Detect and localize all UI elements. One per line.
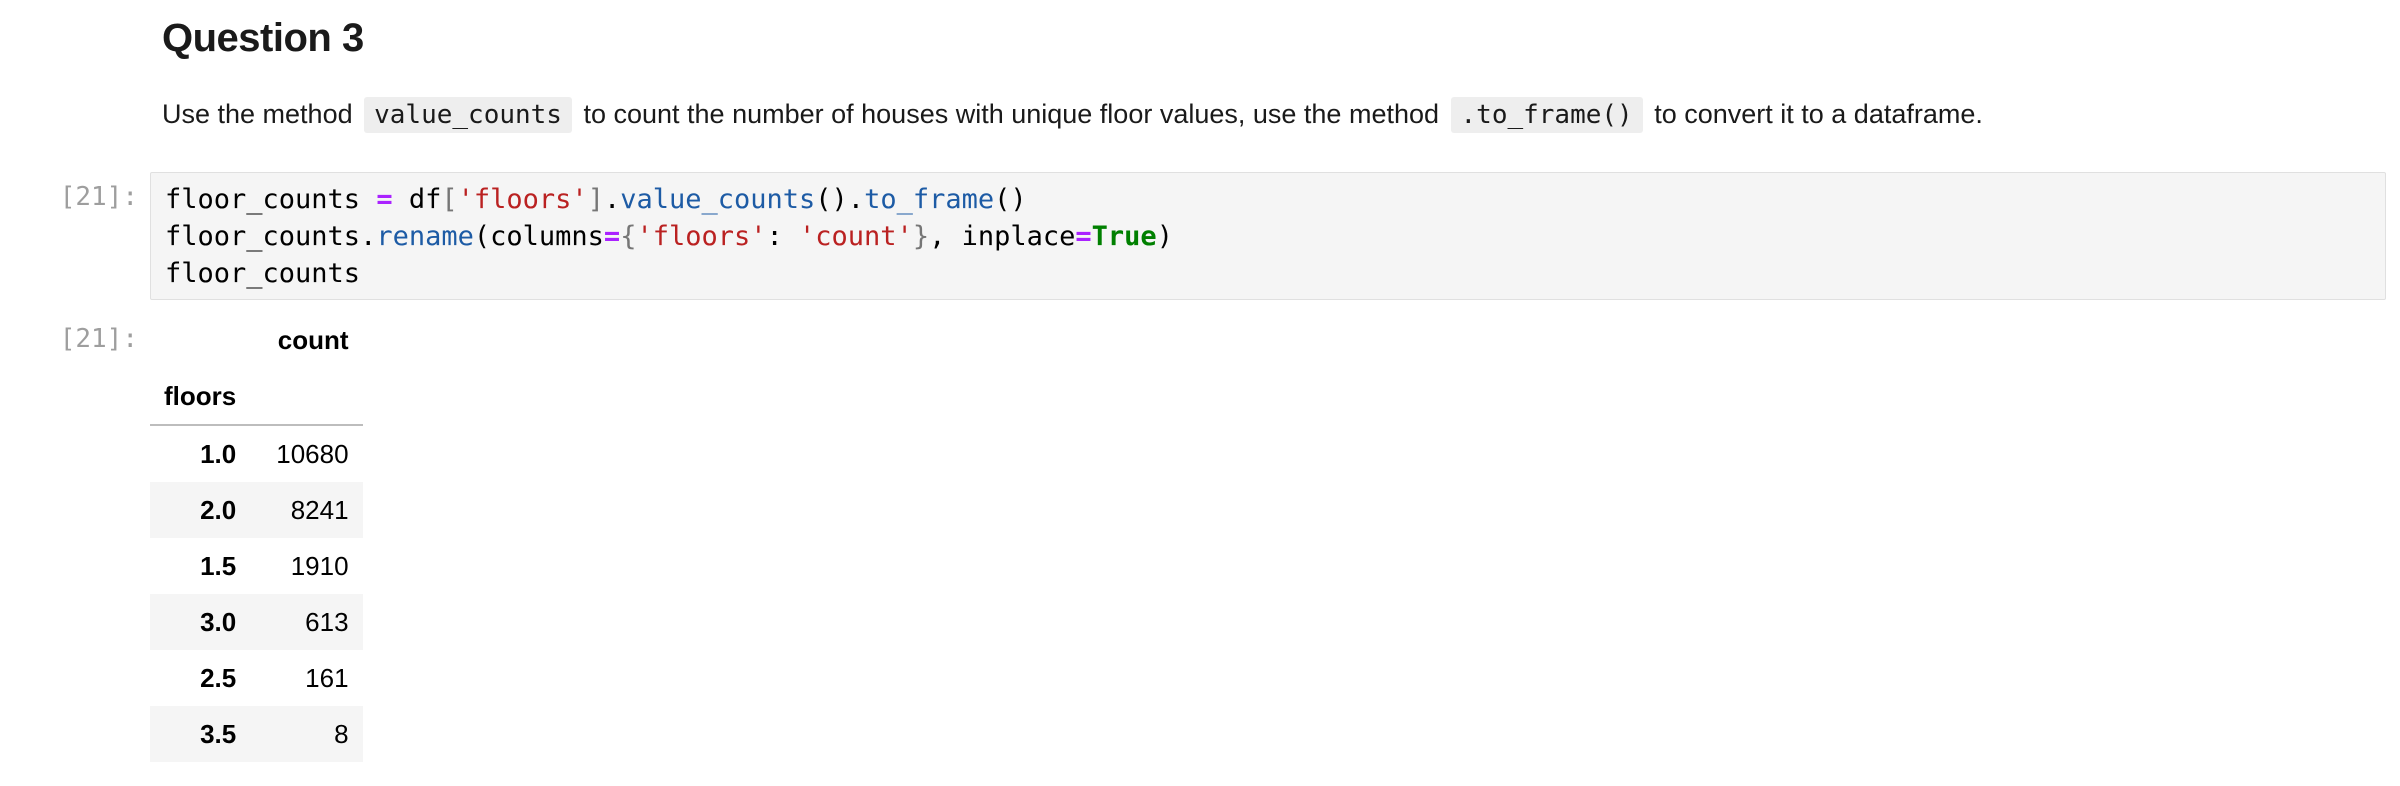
row-count: 1910 [290, 550, 349, 581]
code-token: , inplace [929, 221, 1076, 252]
code-token: ) [1156, 221, 1173, 252]
code-token: . [603, 184, 621, 215]
row-index: 3.5 [200, 718, 237, 749]
code-token-function: to_frame [864, 184, 995, 215]
row-index: 1.5 [200, 550, 237, 581]
code-token-function: rename [376, 221, 474, 252]
question-text: Use the method value_counts to count the… [162, 93, 1983, 136]
question-text-part: Use the method [162, 99, 361, 129]
inline-code-to-frame: .to_frame() [1450, 97, 1643, 133]
code-token-bracket: { [620, 221, 637, 252]
code-token-string: 'floors' [636, 221, 767, 252]
row-count: 10680 [276, 438, 349, 469]
question-heading: Question 3 [162, 16, 364, 60]
code-line-3: floor_counts [165, 258, 361, 289]
question-text-part: to count the number of houses with uniqu… [575, 99, 1447, 129]
code-token-string: 'floors' [457, 184, 588, 215]
output-prompt: [21]: [59, 324, 138, 354]
code-text[interactable]: floor_counts = df['floors'].value_counts… [165, 181, 1173, 292]
table-row: 3.0 613 [150, 594, 363, 650]
code-token: : [766, 221, 800, 252]
code-token-bracket: } [912, 221, 930, 252]
table-header-row: count [150, 312, 363, 368]
input-prompt: [21]: [59, 182, 138, 212]
index-name-filler [250, 368, 362, 425]
code-token-operator: = [1075, 221, 1092, 252]
row-index: 2.0 [200, 494, 237, 525]
question-text-part: to convert it to a dataframe. [1646, 99, 1983, 129]
row-count: 8241 [290, 494, 349, 525]
table-row: 2.0 8241 [150, 482, 363, 538]
code-token-keyword: True [1091, 221, 1157, 252]
output-dataframe: count floors 1.0 10680 2.0 8241 1.5 1910… [150, 312, 363, 762]
table-row: 1.0 10680 [150, 425, 363, 482]
column-header-count: count [277, 324, 349, 355]
inline-code-value-counts: value_counts [364, 97, 572, 133]
row-count: 613 [305, 606, 349, 637]
code-token: () [994, 184, 1027, 215]
row-count: 161 [305, 662, 349, 693]
index-name-floors: floors [164, 380, 237, 411]
dataframe-table: count floors 1.0 10680 2.0 8241 1.5 1910… [150, 312, 363, 762]
code-token: floor_counts [165, 184, 377, 215]
table-row: 2.5 161 [150, 650, 363, 706]
row-index: 1.0 [200, 438, 237, 469]
code-token-function: value_counts [620, 184, 816, 215]
index-name-row: floors [150, 368, 363, 425]
code-token-bracket: [ [441, 184, 458, 215]
code-token-bracket: ] [587, 184, 604, 215]
code-token: floor_counts. [165, 221, 377, 252]
code-token: (columns [473, 221, 604, 252]
table-row: 1.5 1910 [150, 538, 363, 594]
code-token-operator: = [603, 221, 621, 252]
code-token: (). [815, 184, 865, 215]
code-token-operator: = [376, 184, 393, 215]
row-index: 2.5 [200, 662, 237, 693]
table-row: 3.5 8 [150, 706, 363, 762]
code-token-string: 'count' [799, 221, 913, 252]
code-line-1: floor_counts = df['floors'].value_counts… [165, 181, 1173, 218]
row-count: 8 [334, 718, 349, 749]
row-index: 3.0 [200, 606, 237, 637]
code-token: df [392, 184, 442, 215]
code-line-2: floor_counts.rename(columns={'floors': '… [165, 218, 1173, 255]
corner-cell [150, 312, 250, 368]
code-editor[interactable]: floor_counts = df['floors'].value_counts… [150, 172, 2386, 300]
